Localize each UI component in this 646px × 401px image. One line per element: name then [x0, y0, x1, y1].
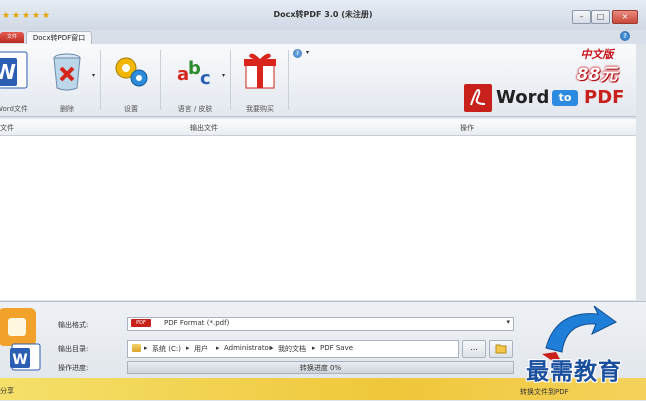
tab-docx-to-pdf[interactable]: Docx转PDF窗口 [26, 31, 92, 45]
status-text: 分享 [0, 387, 14, 395]
open-folder-icon [495, 344, 507, 354]
language-skin-button[interactable]: a b c 语言 / 皮肤 [166, 46, 224, 114]
chevron-down-icon: ▾ [506, 318, 510, 326]
breadcrumb-separator: ▸ [186, 344, 190, 352]
svg-text:W: W [12, 352, 27, 368]
promo-price: 88元 [576, 65, 618, 85]
breadcrumb-separator: ▸ [312, 344, 316, 352]
progress-text: 转换进度 0% [299, 364, 342, 372]
format-label: 输出格式: [58, 321, 89, 329]
browse-button[interactable]: ... [462, 340, 486, 358]
ribbon-help-icon[interactable]: ? [293, 49, 302, 58]
svg-text:W: W [0, 60, 16, 84]
promo-to-text: to [552, 90, 578, 106]
window-title: Docx转PDF 3.0 (未注册) [273, 10, 373, 19]
word-to-pdf-logo: Word to PDF [464, 84, 632, 112]
column-header-output[interactable]: 输出文件 [190, 123, 218, 133]
tab-strip [0, 30, 646, 44]
open-folder-button[interactable] [489, 340, 513, 358]
convert-label: 转换文件到PDF [520, 388, 569, 396]
file-list[interactable] [0, 136, 636, 300]
breadcrumb-separator: ▸ [144, 344, 148, 352]
close-button[interactable]: × [612, 10, 638, 24]
buy-label: 我要购买 [246, 105, 274, 113]
delete-button[interactable]: 删除 [44, 46, 90, 114]
promo-pdf-text: PDF [584, 87, 625, 108]
format-value: PDF Format (*.pdf) [164, 319, 230, 327]
format-badge: PDF [131, 319, 151, 327]
recycle-bin-icon [53, 53, 81, 91]
progress-label: 操作进度: [58, 364, 89, 372]
buy-button[interactable]: 我要购买 [236, 46, 284, 114]
delete-label: 删除 [60, 105, 74, 113]
file-list-header [0, 119, 636, 136]
promo-word-text: Word [496, 87, 550, 108]
maximize-button[interactable]: □ [591, 10, 610, 24]
help-icon[interactable]: ? [620, 31, 630, 41]
folder-icon [132, 344, 141, 352]
minimize-button[interactable]: – [572, 10, 591, 24]
toolbar-separator [160, 50, 161, 110]
breadcrumb-item[interactable]: 用户 [194, 344, 208, 354]
abc-language-icon: a b c [177, 58, 211, 89]
svg-text:c: c [200, 68, 211, 89]
settings-label: 设置 [124, 105, 138, 113]
breadcrumb-separator: ▸ [270, 344, 274, 352]
breadcrumb-item[interactable]: 我的文档 [278, 344, 306, 354]
breadcrumb-item[interactable]: PDF Save [320, 344, 353, 352]
word-file-button[interactable]: W Word文件 [0, 46, 34, 114]
toolbar-separator [288, 50, 289, 110]
toolbar-separator [100, 50, 101, 110]
watermark-text: 最需教育 [526, 359, 622, 385]
column-header-action[interactable]: 操作 [460, 123, 474, 133]
breadcrumb-item[interactable]: Administrator [224, 344, 272, 352]
gears-icon [115, 57, 148, 87]
language-skin-label: 语言 / 皮肤 [177, 105, 213, 113]
breadcrumb-item[interactable]: 系统 (C:) [152, 344, 181, 354]
office-logo-icon: W [0, 308, 41, 371]
column-header-file[interactable]: 文件 [0, 123, 14, 133]
ribbon-help-dropdown-arrow[interactable]: ▾ [306, 49, 309, 56]
word-file-icon: W [0, 51, 28, 89]
language-dropdown-arrow[interactable]: ▾ [222, 72, 225, 79]
breadcrumb-separator: ▸ [216, 344, 220, 352]
tab-file[interactable]: 文件 [0, 32, 24, 43]
dir-label: 输出目录: [58, 345, 89, 353]
word-file-label: Word文件 [0, 105, 28, 113]
gift-box-icon [244, 53, 276, 89]
progress-bar: 转换进度 0% [127, 361, 514, 374]
settings-button[interactable]: 设置 [108, 46, 154, 114]
format-select[interactable]: PDF PDF Format (*.pdf) ▾ [127, 317, 514, 331]
delete-dropdown-arrow[interactable]: ▾ [92, 72, 95, 79]
toolbar-separator [230, 50, 231, 110]
right-edge [636, 44, 646, 304]
output-dir-field[interactable]: ▸ 系统 (C:) ▸ 用户 ▸ Administrator ▸ 我的文档 ▸ … [127, 340, 459, 358]
